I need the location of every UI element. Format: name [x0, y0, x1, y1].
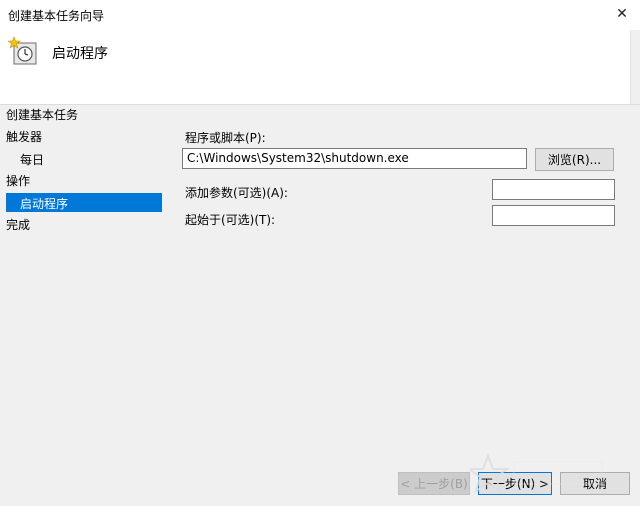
- program-label: 程序或脚本(P):: [185, 131, 266, 145]
- step-daily[interactable]: 每日: [20, 151, 44, 168]
- step-start-program[interactable]: 启动程序: [6, 193, 162, 212]
- step-start-program-label: 启动程序: [20, 197, 69, 211]
- window-title: 创建基本任务向导: [8, 9, 105, 23]
- title-bar: 创建基本任务向导 ✕: [0, 0, 640, 30]
- step-finish[interactable]: 完成: [6, 216, 30, 233]
- page-title: 启动程序: [52, 46, 108, 62]
- startin-input[interactable]: [492, 205, 615, 226]
- wizard-header: 启动程序: [0, 30, 630, 104]
- watermark-logo-icon: [470, 453, 603, 494]
- step-trigger[interactable]: 触发器: [6, 128, 42, 145]
- args-label: 添加参数(可选)(A):: [185, 186, 288, 200]
- args-input[interactable]: [492, 179, 615, 200]
- clock-star-icon: [8, 36, 37, 65]
- startin-label: 起始于(可选)(T):: [185, 213, 276, 227]
- step-create-basic-task[interactable]: 创建基本任务: [6, 106, 78, 123]
- browse-button[interactable]: 浏览(R)...: [535, 148, 614, 171]
- program-input[interactable]: C:\Windows\System32\shutdown.exe: [182, 148, 527, 169]
- step-action[interactable]: 操作: [6, 172, 30, 189]
- back-button[interactable]: < 上一步(B): [398, 472, 470, 495]
- close-icon[interactable]: ✕: [608, 2, 636, 26]
